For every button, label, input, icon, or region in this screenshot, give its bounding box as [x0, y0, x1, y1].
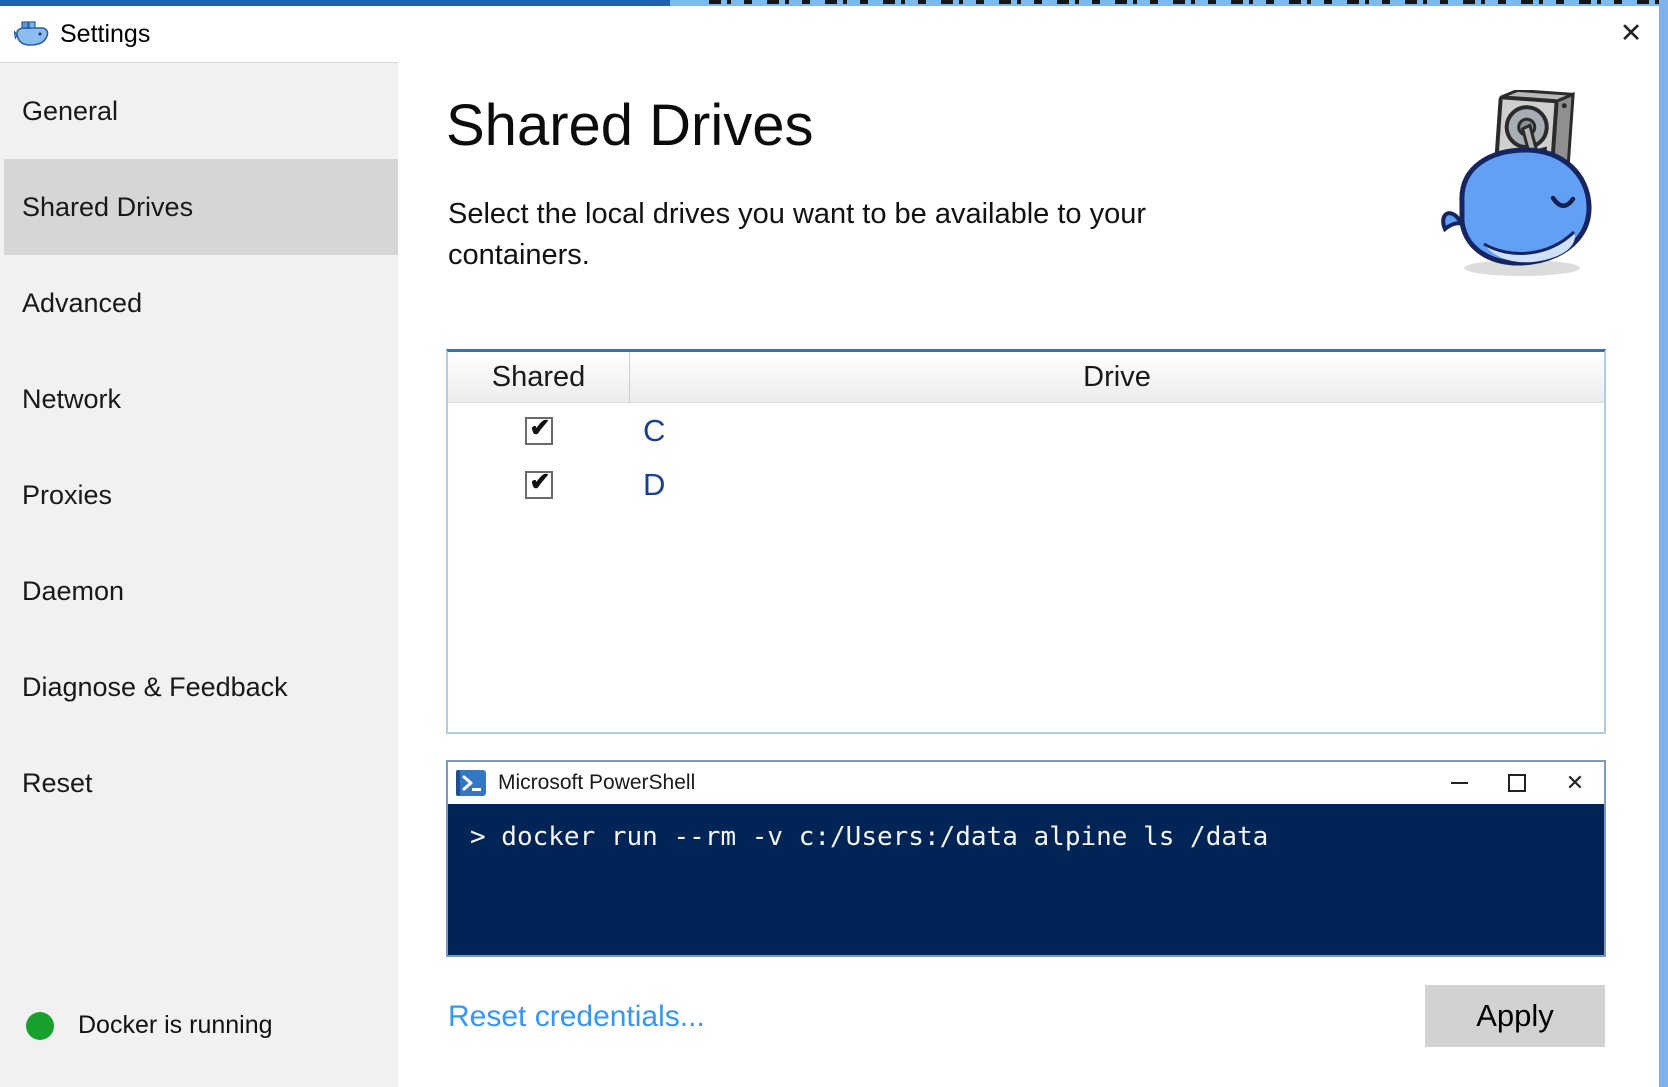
shared-drives-page: Shared Drives Select the local drives yo…	[446, 62, 1606, 1087]
powershell-window-controls: ✕	[1430, 762, 1604, 804]
column-header-shared: Shared	[448, 352, 630, 402]
powershell-maximize-button[interactable]	[1488, 762, 1546, 804]
sidebar-item-diagnose-feedback[interactable]: Diagnose & Feedback	[0, 639, 398, 735]
titlebar: Settings	[0, 6, 1659, 62]
page-title: Shared Drives	[446, 93, 814, 158]
drive-letter: C	[643, 413, 666, 448]
window-close-button[interactable]: ✕	[1608, 10, 1654, 56]
sidebar-item-general[interactable]: General	[0, 63, 398, 159]
powershell-titlebar: Microsoft PowerShell ✕	[448, 762, 1604, 804]
background-edge-sliver	[1659, 0, 1668, 1087]
column-header-drive: Drive	[1083, 360, 1151, 393]
sidebar-item-reset[interactable]: Reset	[0, 735, 398, 831]
terminal-command: > docker run --rm -v c:/Users:/data alpi…	[470, 822, 1269, 852]
reset-credentials-link[interactable]: Reset credentials...	[448, 1000, 705, 1034]
docker-whale-icon	[14, 21, 49, 46]
sidebar-item-network[interactable]: Network	[0, 351, 398, 447]
sidebar-item-proxies[interactable]: Proxies	[0, 447, 398, 543]
docker-status: Docker is running	[26, 1011, 273, 1040]
background-sliver-dark	[0, 0, 670, 6]
sidebar-item-advanced[interactable]: Advanced	[0, 255, 398, 351]
powershell-close-button[interactable]: ✕	[1546, 762, 1604, 804]
maximize-icon	[1508, 774, 1526, 792]
powershell-title: Microsoft PowerShell	[498, 771, 696, 794]
powershell-minimize-button[interactable]	[1430, 762, 1488, 804]
minimize-icon	[1450, 782, 1468, 784]
sidebar-item-daemon[interactable]: Daemon	[0, 543, 398, 639]
status-text: Docker is running	[78, 1011, 273, 1039]
powershell-example-window: Microsoft PowerShell ✕ > docker run --rm…	[446, 760, 1606, 957]
close-icon: ✕	[1565, 770, 1585, 795]
table-row: ✔ D	[448, 459, 1604, 511]
sidebar-item-shared-drives[interactable]: Shared Drives	[4, 159, 398, 255]
checkmark-icon: ✔	[529, 468, 551, 496]
checkmark-icon: ✔	[529, 414, 551, 442]
drive-d-checkbox[interactable]: ✔	[525, 468, 553, 499]
background-window-sliver	[0, 0, 1668, 6]
settings-sidebar: General Shared Drives Advanced Network P…	[0, 62, 398, 1087]
table-header: Shared Drive	[448, 352, 1604, 403]
page-description: Select the local drives you want to be a…	[448, 198, 1147, 272]
apply-button[interactable]: Apply	[1425, 985, 1605, 1047]
docker-whale-harddrive-illustration	[1441, 90, 1592, 276]
drive-c-checkbox[interactable]: ✔	[525, 414, 553, 445]
drive-letter: D	[643, 467, 666, 502]
powershell-icon	[456, 770, 486, 796]
window-title: Settings	[60, 19, 151, 48]
table-row: ✔ C	[448, 405, 1604, 457]
status-dot-icon	[26, 1011, 54, 1040]
shared-drives-table: Shared Drive ✔ C ✔ D	[446, 349, 1606, 734]
background-sliver-light	[670, 0, 1668, 6]
powershell-terminal: > docker run --rm -v c:/Users:/data alpi…	[448, 804, 1604, 955]
